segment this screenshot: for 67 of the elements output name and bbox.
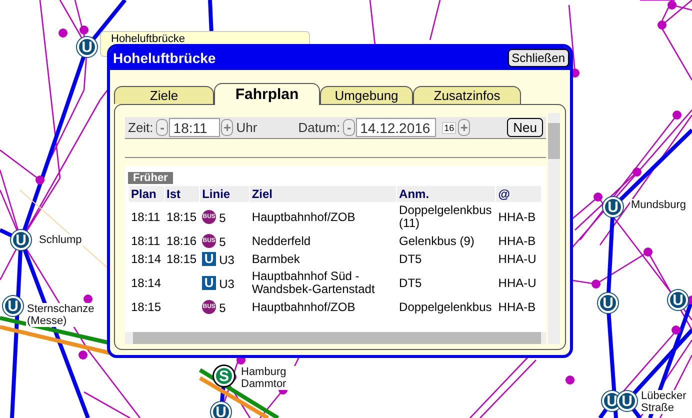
table-cell-text: 18:15 xyxy=(166,208,198,226)
s-bahn-station-icon[interactable]: S xyxy=(214,366,234,386)
table-cell-text: 18:15 xyxy=(130,298,162,316)
date-label: Datum: xyxy=(298,120,340,135)
table-cell-text: 18:14 xyxy=(130,274,162,292)
time-field[interactable]: 18:11 xyxy=(169,118,220,137)
tab[interactable]: Zusatzinfos xyxy=(413,86,521,104)
table-cell-text: HHA-B xyxy=(497,232,537,250)
table-cell-text: 18:11 xyxy=(130,232,162,250)
station-label: Hamburg Dammtor xyxy=(240,366,297,390)
u-bahn-station-icon[interactable]: U xyxy=(3,296,23,316)
u-bahn-station-icon[interactable]: U xyxy=(211,402,231,418)
time-unit: Uhr xyxy=(236,120,258,135)
column-header: Anm. xyxy=(397,186,496,202)
table-cell-text: 18:14 xyxy=(130,250,162,268)
table-cell-text: 18:11 xyxy=(130,208,162,226)
table-cell-text: Hauptbahnhof/ZOB xyxy=(250,298,356,316)
column-header: Ist xyxy=(164,186,200,202)
station-label: Schlump xyxy=(38,234,83,246)
u-bahn-station-icon[interactable]: U xyxy=(668,290,688,310)
table-cell-text: HHA-B xyxy=(497,208,537,226)
table-cell-text: HHA-U xyxy=(497,250,538,268)
time-label: Zeit: xyxy=(128,120,154,135)
u-bahn-station-icon[interactable]: U xyxy=(77,37,97,57)
table-cell-text: Hauptbahnhof Süd - Wandsbek-Gartenstadt xyxy=(250,268,376,298)
table-cell-text: Gelenkbus (9) xyxy=(398,232,476,250)
table-cell-text: 18:16 xyxy=(166,232,198,250)
column-header: @ xyxy=(496,186,541,202)
u-bahn-icon: U xyxy=(202,276,216,290)
close-button[interactable]: Schließen xyxy=(508,49,569,67)
decrement-button[interactable]: - xyxy=(156,119,168,136)
column-header: Ziel xyxy=(250,186,396,202)
horizontal-scrollbar[interactable] xyxy=(125,332,546,344)
calendar-button[interactable]: 16 xyxy=(442,122,456,134)
table-cell-text: DT5 xyxy=(398,250,423,268)
decrement-button[interactable]: - xyxy=(343,119,356,136)
table-cell-text: HHA-B xyxy=(497,298,537,316)
table-cell-text: Hauptbahnhof/ZOB xyxy=(250,208,356,226)
table-cell-text: Doppelgelenkbus xyxy=(398,298,493,316)
table-cell-text: DT5 xyxy=(398,274,423,292)
line-number: U3 xyxy=(219,277,234,292)
u-bahn-station-icon[interactable]: U xyxy=(617,391,637,411)
increment-button[interactable]: + xyxy=(458,119,470,136)
earlier-button[interactable]: Früher xyxy=(128,172,173,184)
column-header: Plan xyxy=(129,186,164,202)
tab[interactable]: Fahrplan xyxy=(214,83,320,105)
new-button[interactable]: Neu xyxy=(507,118,543,137)
station-label: Mundsburg xyxy=(630,199,688,211)
u-bahn-station-icon[interactable]: U xyxy=(603,197,623,217)
line-number: 5 xyxy=(219,211,226,226)
table-cell-text: 18:15 xyxy=(166,250,198,268)
line-number: U3 xyxy=(219,253,234,268)
u-bahn-icon: U xyxy=(202,252,216,266)
tab[interactable]: Ziele xyxy=(114,86,214,104)
vertical-scrollbar[interactable] xyxy=(548,113,560,344)
table-cell-text: Barmbek xyxy=(250,250,301,268)
line-number: 5 xyxy=(219,235,226,250)
table-cell-text: Nedderfeld xyxy=(250,232,312,250)
table-cell-text: HHA-U xyxy=(497,274,538,292)
tab[interactable]: Umgebung xyxy=(320,86,413,104)
date-field[interactable]: 14.12.2016 xyxy=(356,118,436,137)
column-header: Linie xyxy=(200,186,249,202)
table-cell-text: Doppelgelenkbus (11) xyxy=(398,202,493,232)
u-bahn-station-icon[interactable]: U xyxy=(598,293,618,313)
increment-button[interactable]: + xyxy=(221,119,234,136)
line-number: 5 xyxy=(219,301,226,316)
u-bahn-station-icon[interactable]: U xyxy=(11,230,31,250)
